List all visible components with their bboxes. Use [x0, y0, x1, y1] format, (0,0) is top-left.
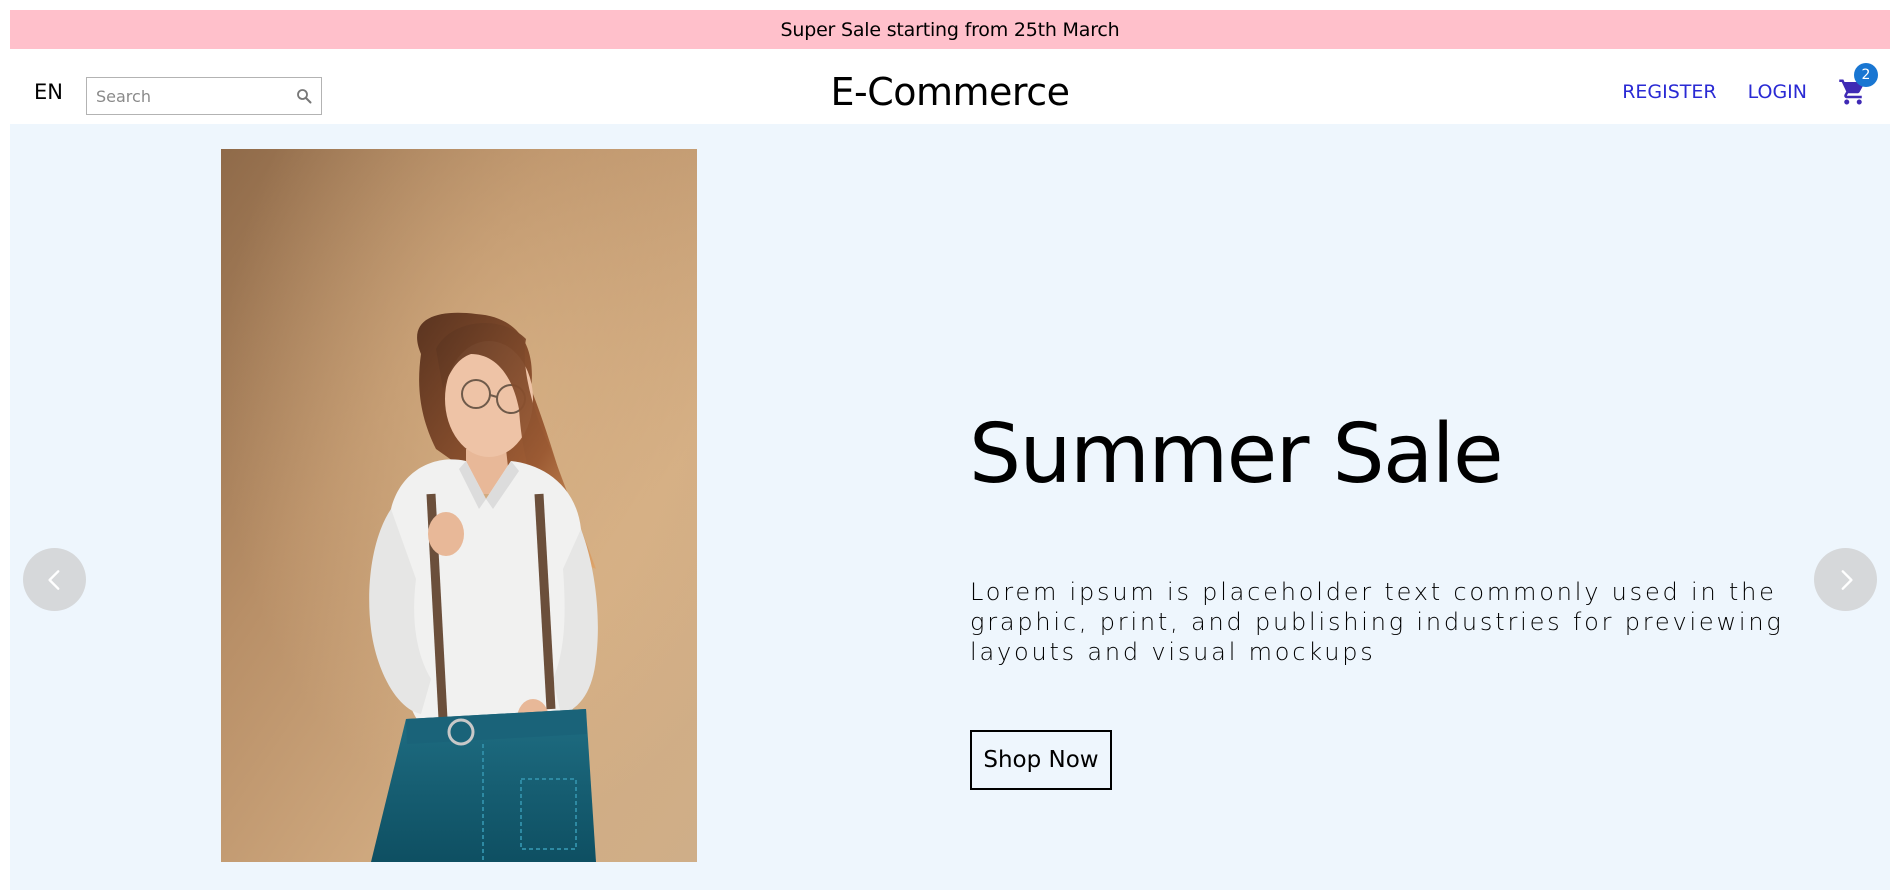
chevron-left-icon — [47, 569, 59, 590]
hero-image — [221, 149, 697, 862]
search-input[interactable] — [96, 86, 295, 106]
language-label: EN — [34, 79, 63, 104]
cart-count-badge: 2 — [1854, 62, 1878, 87]
search-box[interactable] — [86, 77, 322, 115]
site-logo[interactable]: E-Commerce — [831, 70, 1070, 114]
hero-description: Lorem ipsum is placeholder text commonly… — [970, 578, 1784, 666]
search-icon[interactable] — [295, 87, 313, 105]
shop-now-button[interactable]: Shop Now — [970, 730, 1112, 790]
slider-prev-button[interactable] — [23, 548, 86, 611]
slider-next-button[interactable] — [1814, 548, 1877, 611]
announcement-text: Super Sale starting from 25th March — [780, 18, 1120, 41]
nav-actions: REGISTER LOGIN 2 — [1591, 49, 1878, 134]
chevron-right-icon — [1841, 569, 1853, 590]
page: Super Sale starting from 25th March EN E… — [10, 10, 1890, 890]
navbar: EN E-Commerce REGISTER LOGIN 2 — [10, 49, 1890, 134]
login-link[interactable]: LOGIN — [1748, 81, 1807, 103]
hero-slider: Summer Sale Lorem ipsum is placeholder t… — [10, 124, 1890, 890]
hero-title: Summer Sale — [969, 407, 1504, 502]
cart-button[interactable]: 2 — [1838, 62, 1878, 107]
announcement-bar: Super Sale starting from 25th March — [10, 10, 1890, 49]
register-link[interactable]: REGISTER — [1622, 81, 1716, 103]
